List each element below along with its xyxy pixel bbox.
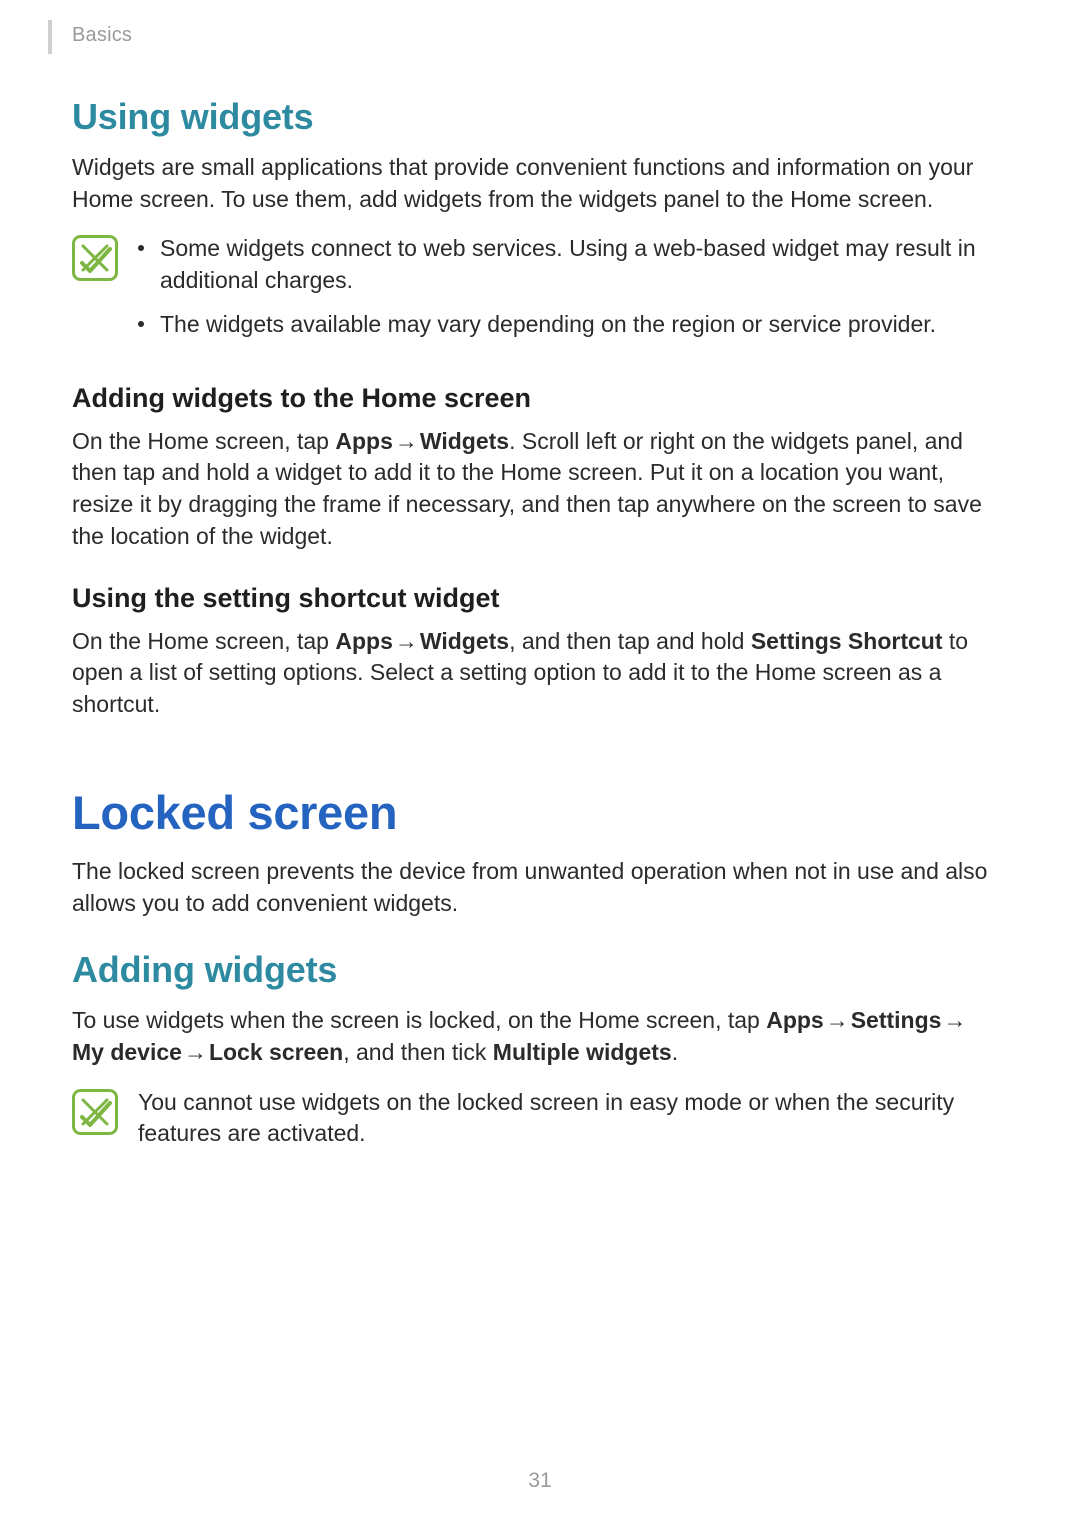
page-number: 31 xyxy=(0,1469,1080,1493)
heading-adding-widgets-home: Adding widgets to the Home screen xyxy=(72,383,992,414)
text: . xyxy=(672,1039,678,1065)
note-bullet-1: Some widgets connect to web services. Us… xyxy=(138,233,992,296)
locked-screen-intro: The locked screen prevents the device fr… xyxy=(72,856,992,919)
text: On the Home screen, tap xyxy=(72,428,335,454)
text: , and then tick xyxy=(343,1039,493,1065)
text: On the Home screen, tap xyxy=(72,628,335,654)
para-adding-widgets-home: On the Home screen, tap Apps → Widgets. … xyxy=(72,426,992,553)
heading-using-widgets: Using widgets xyxy=(72,96,992,138)
heading-adding-widgets-lock: Adding widgets xyxy=(72,949,992,991)
label-widgets: Widgets xyxy=(420,628,509,654)
arrow-icon: → xyxy=(395,626,418,658)
text: , and then tap and hold xyxy=(509,628,751,654)
label-widgets: Widgets xyxy=(420,428,509,454)
note-text-locked: You cannot use widgets on the locked scr… xyxy=(138,1089,954,1147)
label-apps: Apps xyxy=(335,628,393,654)
label-lock-screen: Lock screen xyxy=(209,1039,343,1065)
note-block-locked: You cannot use widgets on the locked scr… xyxy=(72,1087,992,1150)
page-content: Using widgets Widgets are small applicat… xyxy=(72,96,992,1150)
label-apps: Apps xyxy=(766,1007,824,1033)
arrow-icon: → xyxy=(826,1005,849,1037)
label-settings: Settings xyxy=(851,1007,942,1033)
heading-locked-screen: Locked screen xyxy=(72,785,992,840)
arrow-icon: → xyxy=(395,426,418,458)
para-setting-shortcut: On the Home screen, tap Apps → Widgets, … xyxy=(72,626,992,721)
label-settings-shortcut: Settings Shortcut xyxy=(751,628,943,654)
heading-setting-shortcut: Using the setting shortcut widget xyxy=(72,583,992,614)
label-my-device: My device xyxy=(72,1039,182,1065)
label-apps: Apps xyxy=(335,428,393,454)
note-icon xyxy=(72,235,118,281)
note-body: Some widgets connect to web services. Us… xyxy=(138,233,992,352)
note-body: You cannot use widgets on the locked scr… xyxy=(138,1087,992,1150)
section-header: Basics xyxy=(72,24,132,47)
arrow-icon: → xyxy=(943,1005,966,1037)
text: To use widgets when the screen is locked… xyxy=(72,1007,766,1033)
using-widgets-intro: Widgets are small applications that prov… xyxy=(72,152,992,215)
note-bullet-2: The widgets available may vary depending… xyxy=(138,309,992,341)
label-multiple-widgets: Multiple widgets xyxy=(493,1039,672,1065)
manual-page: Basics Using widgets Widgets are small a… xyxy=(0,0,1080,1527)
header-rule xyxy=(48,20,52,54)
arrow-icon: → xyxy=(184,1037,207,1069)
note-icon xyxy=(72,1089,118,1135)
note-block-widgets: Some widgets connect to web services. Us… xyxy=(72,233,992,352)
para-adding-widgets-lock: To use widgets when the screen is locked… xyxy=(72,1005,992,1068)
